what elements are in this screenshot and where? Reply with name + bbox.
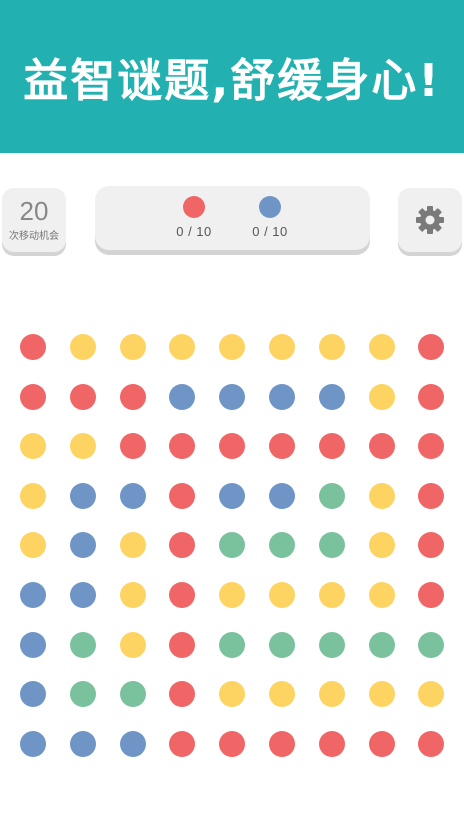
dot-blue[interactable] — [20, 681, 46, 708]
moves-label: 次移动机会 — [9, 231, 59, 242]
dot-yellow[interactable] — [119, 334, 146, 360]
dot-yellow[interactable] — [269, 681, 295, 708]
dot-red[interactable] — [418, 482, 445, 509]
dot-yellow[interactable] — [318, 334, 345, 360]
dot-red[interactable] — [418, 532, 445, 559]
dot-yellow[interactable] — [318, 681, 345, 708]
dot-red[interactable] — [169, 482, 196, 509]
dot-yellow[interactable] — [368, 532, 395, 559]
dot-red[interactable] — [20, 334, 46, 360]
dot-yellow[interactable] — [269, 334, 295, 360]
dot-red[interactable] — [418, 730, 445, 757]
dot-yellow[interactable] — [368, 334, 395, 360]
dot-red[interactable] — [219, 730, 246, 757]
dot-red[interactable] — [368, 433, 395, 460]
dot-blue[interactable] — [69, 532, 96, 559]
dot-red[interactable] — [418, 383, 445, 410]
dot-green[interactable] — [69, 631, 96, 658]
dot-yellow[interactable] — [368, 582, 395, 608]
dot-yellow[interactable] — [368, 482, 395, 509]
dot-yellow[interactable] — [368, 383, 395, 410]
dot-green[interactable] — [318, 631, 345, 658]
dot-yellow[interactable] — [169, 334, 196, 360]
dot-green[interactable] — [368, 631, 395, 658]
dot-red[interactable] — [169, 631, 196, 658]
dot-yellow[interactable] — [219, 681, 246, 708]
dot-blue[interactable] — [169, 383, 196, 410]
dot-red[interactable] — [219, 433, 246, 460]
dot-yellow[interactable] — [219, 334, 246, 360]
dot-yellow[interactable] — [20, 482, 46, 509]
dot-green[interactable] — [318, 532, 345, 559]
dot-green[interactable] — [219, 532, 246, 559]
dot-yellow[interactable] — [368, 681, 395, 708]
dot-yellow[interactable] — [219, 582, 246, 608]
dot-blue[interactable] — [20, 730, 46, 757]
goals-panel: 0 / 10 0 / 10 — [95, 186, 370, 250]
moves-counter: 20 次移动机会 — [2, 188, 66, 252]
dot-yellow[interactable] — [418, 681, 445, 708]
dot-green[interactable] — [119, 681, 146, 708]
dot-yellow[interactable] — [69, 334, 96, 360]
dot-blue[interactable] — [219, 482, 246, 509]
dot-red[interactable] — [318, 433, 345, 460]
dot-yellow[interactable] — [119, 582, 146, 608]
dot-green[interactable] — [269, 532, 295, 559]
dot-yellow[interactable] — [20, 433, 46, 460]
dot-red[interactable] — [69, 383, 96, 410]
dot-red[interactable] — [269, 433, 295, 460]
dot-blue[interactable] — [269, 383, 295, 410]
moves-count: 20 — [19, 196, 49, 226]
goal-red: 0 / 10 — [164, 196, 224, 239]
dot-yellow[interactable] — [20, 532, 46, 559]
dot-red[interactable] — [418, 334, 445, 360]
dot-yellow[interactable] — [119, 532, 146, 559]
goal-blue-progress: 0 / 10 — [252, 224, 288, 239]
dot-yellow[interactable] — [69, 433, 96, 460]
dot-red[interactable] — [169, 532, 196, 559]
dot-blue[interactable] — [269, 482, 295, 509]
dot-red[interactable] — [269, 730, 295, 757]
goal-red-dot — [183, 196, 205, 218]
gear-icon — [416, 206, 444, 234]
goal-red-progress: 0 / 10 — [176, 224, 212, 239]
dot-red[interactable] — [169, 730, 196, 757]
dot-red[interactable] — [20, 383, 46, 410]
dot-red[interactable] — [169, 681, 196, 708]
dot-yellow[interactable] — [318, 582, 345, 608]
dot-blue[interactable] — [20, 631, 46, 658]
settings-button[interactable] — [398, 188, 462, 252]
dot-blue[interactable] — [69, 582, 96, 608]
dot-green[interactable] — [418, 631, 445, 658]
goal-blue-dot — [259, 196, 281, 218]
dot-red[interactable] — [169, 433, 196, 460]
dot-green[interactable] — [318, 482, 345, 509]
goal-blue: 0 / 10 — [240, 196, 300, 239]
dot-red[interactable] — [418, 582, 445, 608]
dot-blue[interactable] — [119, 482, 146, 509]
dot-red[interactable] — [368, 730, 395, 757]
dot-red[interactable] — [418, 433, 445, 460]
dot-red[interactable] — [318, 730, 345, 757]
dot-blue[interactable] — [69, 730, 96, 757]
dot-green[interactable] — [69, 681, 96, 708]
dot-red[interactable] — [119, 383, 146, 410]
dot-red[interactable] — [119, 433, 146, 460]
dot-yellow[interactable] — [269, 582, 295, 608]
dot-red[interactable] — [169, 582, 196, 608]
dot-green[interactable] — [219, 631, 246, 658]
dot-green[interactable] — [269, 631, 295, 658]
dot-yellow[interactable] — [119, 631, 146, 658]
dot-blue[interactable] — [119, 730, 146, 757]
banner-title: 益智谜题,舒缓身心! — [23, 54, 441, 107]
dot-blue[interactable] — [69, 482, 96, 509]
dot-blue[interactable] — [318, 383, 345, 410]
promo-banner: 益智谜题,舒缓身心! — [0, 0, 464, 153]
dot-blue[interactable] — [20, 582, 46, 608]
dot-blue[interactable] — [219, 383, 246, 410]
